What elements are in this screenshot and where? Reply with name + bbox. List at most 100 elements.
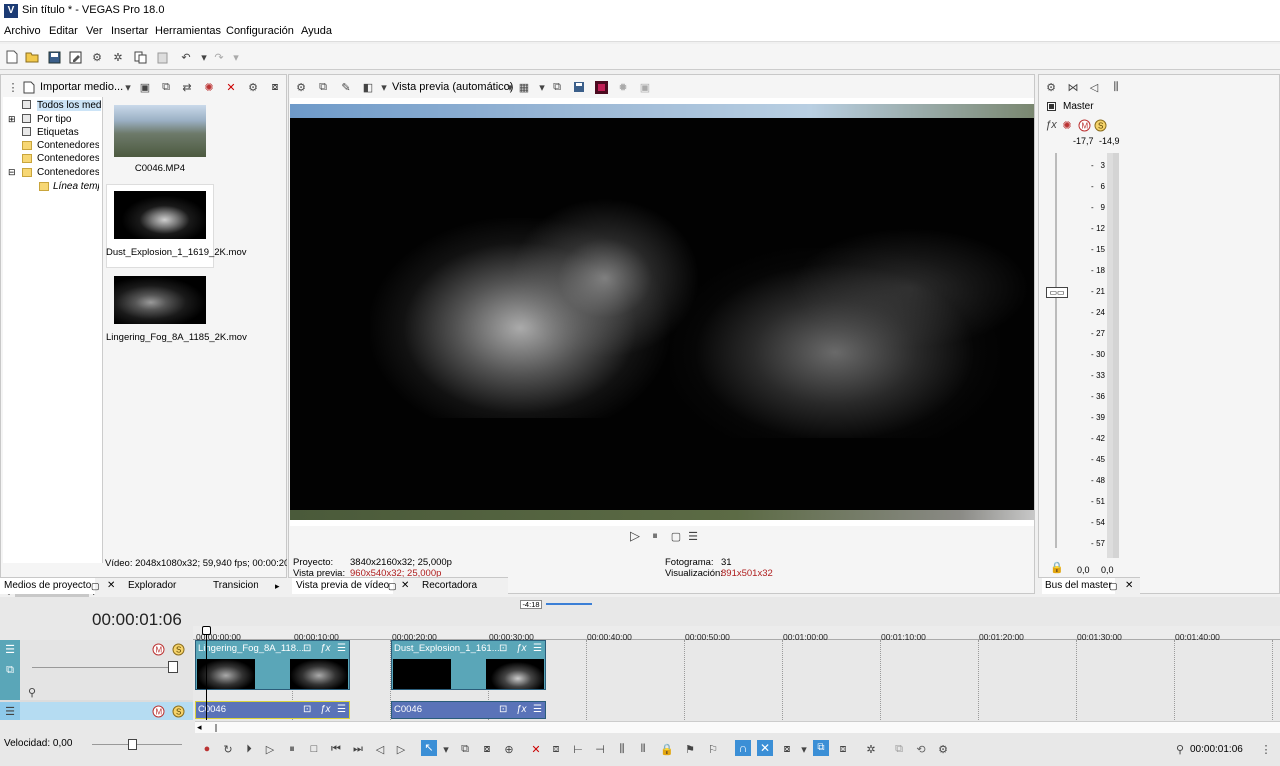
panel-menu-icon[interactable]: ⋮ bbox=[5, 79, 21, 95]
region-icon[interactable]: ⚐ bbox=[705, 741, 721, 757]
media-fx-icon[interactable]: ✺ bbox=[201, 79, 217, 95]
clip-menu-icon[interactable]: ☰ bbox=[533, 704, 542, 715]
split-icon[interactable]: ⫼ bbox=[614, 741, 630, 757]
preview-tool-icon[interactable]: ✹ bbox=[615, 79, 631, 95]
tree-item-tags[interactable]: Etiquetas bbox=[37, 127, 101, 138]
speed-slider-thumb[interactable] bbox=[128, 739, 137, 750]
stop-icon[interactable]: □ bbox=[306, 741, 322, 757]
tree-item-media-bins[interactable]: Contenedores de medios bbox=[37, 140, 99, 151]
trim-end-icon[interactable]: ⊣ bbox=[592, 741, 608, 757]
event-fx-icon[interactable]: ✲ bbox=[863, 741, 879, 757]
import-media-button[interactable]: Importar medio... bbox=[40, 81, 123, 93]
ignore-grouping-icon[interactable]: ⧈ bbox=[835, 741, 851, 757]
go-to-start-icon[interactable]: ⏮ bbox=[328, 741, 344, 757]
menu-insertar[interactable]: Insertar bbox=[111, 25, 148, 37]
new-icon[interactable] bbox=[4, 49, 20, 65]
volume-fader[interactable]: ▭▭ bbox=[1046, 287, 1068, 298]
copy-icon[interactable] bbox=[132, 49, 148, 65]
crop-icon[interactable]: ⊡ bbox=[303, 704, 311, 715]
loop-region-label[interactable]: -4:18 bbox=[520, 600, 542, 609]
slip-icon[interactable]: ⫴ bbox=[635, 741, 651, 757]
tab-video-preview[interactable]: Vista previa de vídeo bbox=[292, 578, 394, 594]
settings-icon[interactable]: ⚙ bbox=[89, 49, 105, 65]
properties-icon[interactable]: ⚙ bbox=[245, 79, 261, 95]
split-dropdown-icon[interactable]: ▾ bbox=[376, 79, 392, 95]
lock-event-icon[interactable]: 🔒 bbox=[659, 741, 675, 757]
overlays-dropdown-icon[interactable]: ▾ bbox=[534, 79, 550, 95]
thumbnail-c0046[interactable] bbox=[114, 105, 206, 157]
tree-item-by-type[interactable]: Por tipo bbox=[37, 114, 101, 125]
close-tab-icon[interactable]: ✕ bbox=[1125, 580, 1133, 591]
crop-icon[interactable]: ⊡ bbox=[499, 704, 507, 715]
crop-icon[interactable]: ⊡ bbox=[303, 643, 311, 654]
clip-menu-icon[interactable]: ☰ bbox=[337, 704, 346, 715]
close-tab-icon[interactable]: ✕ bbox=[401, 580, 409, 591]
solo-icon[interactable]: S bbox=[1092, 117, 1108, 133]
clip-menu-icon[interactable]: ☰ bbox=[533, 643, 542, 654]
preview-menu-icon[interactable]: ☰ bbox=[685, 528, 701, 544]
dock-icon[interactable]: ▢ bbox=[388, 581, 397, 592]
playhead[interactable] bbox=[206, 626, 207, 720]
track-menu-icon[interactable]: ☰ bbox=[2, 641, 18, 657]
play-icon[interactable]: ▷ bbox=[262, 741, 278, 757]
timeline-scrollbar[interactable]: ◂ bbox=[195, 721, 1280, 733]
record-icon[interactable]: ● bbox=[199, 741, 215, 757]
expand-icon[interactable]: ⊞ bbox=[8, 114, 16, 125]
lock-icon[interactable]: 🔒 bbox=[1049, 559, 1065, 575]
tab-explorer[interactable]: Explorador bbox=[128, 580, 176, 591]
tab-transitions[interactable]: Transiciones bbox=[213, 580, 258, 591]
record-icon[interactable] bbox=[593, 79, 609, 95]
bus-fx-chain-icon[interactable]: ✺ bbox=[1059, 117, 1075, 133]
audio-track-header[interactable] bbox=[20, 702, 193, 720]
auto-crossfade-icon[interactable]: ✕ bbox=[757, 740, 773, 756]
marker-icon[interactable]: ⚑ bbox=[682, 741, 698, 757]
preview-quality-select[interactable]: Vista previa (automático) bbox=[392, 81, 513, 93]
tree-item-all-media[interactable]: Todos los medios bbox=[37, 100, 101, 111]
overlays-icon[interactable]: ▦ bbox=[516, 79, 532, 95]
remove-icon[interactable]: ✕ bbox=[223, 79, 239, 95]
video-clip-lingering-fog[interactable]: Lingering_Fog_8A_118... ⊡ ƒx ☰ bbox=[195, 640, 350, 690]
capture-icon[interactable]: ▣ bbox=[137, 79, 153, 95]
dock-icon[interactable]: ▢ bbox=[1109, 581, 1118, 592]
video-clip-dust-explosion[interactable]: Dust_Explosion_1_161... ⊡ ƒx ☰ bbox=[391, 640, 546, 690]
video-clip-c0046-2[interactable]: C0046 ⊡ ƒx ☰ bbox=[391, 701, 546, 719]
clip-fx-icon[interactable]: ƒx bbox=[320, 704, 331, 715]
mute-icon[interactable]: M bbox=[1076, 117, 1092, 133]
downmix-icon[interactable]: ⋈ bbox=[1065, 79, 1081, 95]
normal-edit-tool[interactable]: ↖ bbox=[421, 740, 437, 756]
save-snapshot-icon[interactable] bbox=[571, 79, 587, 95]
menu-ver[interactable]: Ver bbox=[86, 25, 103, 37]
next-frame-icon[interactable]: ▷ bbox=[393, 741, 409, 757]
dock-icon[interactable]: ▢ bbox=[91, 581, 100, 592]
video-fx-icon[interactable]: ✎ bbox=[338, 79, 354, 95]
views-icon[interactable]: ⧇ bbox=[267, 79, 283, 95]
get-media-icon[interactable]: ⧉ bbox=[158, 79, 174, 95]
clip-fx-icon[interactable]: ƒx bbox=[320, 643, 331, 654]
menu-configuracion[interactable]: Configuración bbox=[226, 25, 294, 37]
selection-tool-icon[interactable]: ⧇ bbox=[479, 741, 495, 757]
loop-region-bar[interactable] bbox=[546, 603, 592, 605]
tree-item-timeline[interactable]: Línea temporal bbox=[53, 181, 99, 192]
track-mute-icon[interactable]: M bbox=[150, 703, 166, 719]
go-to-end-icon[interactable]: ⏭ bbox=[350, 741, 366, 757]
crop-icon[interactable]: ⊡ bbox=[499, 643, 507, 654]
edit-tool-dropdown-icon[interactable]: ▾ bbox=[438, 741, 454, 757]
open-icon[interactable] bbox=[24, 49, 40, 65]
copy-snapshot-icon[interactable]: ⧉ bbox=[549, 79, 565, 95]
mixer-settings-icon[interactable]: ⚙ bbox=[1043, 79, 1059, 95]
bus-fx-icon[interactable]: ƒx bbox=[1043, 117, 1059, 133]
video-clip-c0046-1[interactable]: C0046 ⊡ ƒx ☰ bbox=[195, 701, 350, 719]
split-screen-icon[interactable]: ◧ bbox=[360, 79, 376, 95]
clip-fx-icon[interactable]: ƒx bbox=[516, 643, 527, 654]
paste-icon[interactable] bbox=[154, 49, 170, 65]
save-icon[interactable] bbox=[46, 49, 62, 65]
pause-icon[interactable]: ⏸ bbox=[284, 741, 300, 757]
preview-settings-icon[interactable]: ⚙ bbox=[293, 79, 309, 95]
trim-icon[interactable]: ⧈ bbox=[548, 741, 564, 757]
import-media-icon[interactable] bbox=[21, 79, 37, 95]
preview-tool2-icon[interactable]: ▣ bbox=[637, 79, 653, 95]
ripple-edit-icon[interactable]: ⧇ bbox=[779, 741, 795, 757]
master-checkbox[interactable] bbox=[1047, 102, 1056, 111]
tab-project-media[interactable]: Medios de proyecto bbox=[0, 578, 96, 594]
menu-herramientas[interactable]: Herramientas bbox=[155, 25, 221, 37]
